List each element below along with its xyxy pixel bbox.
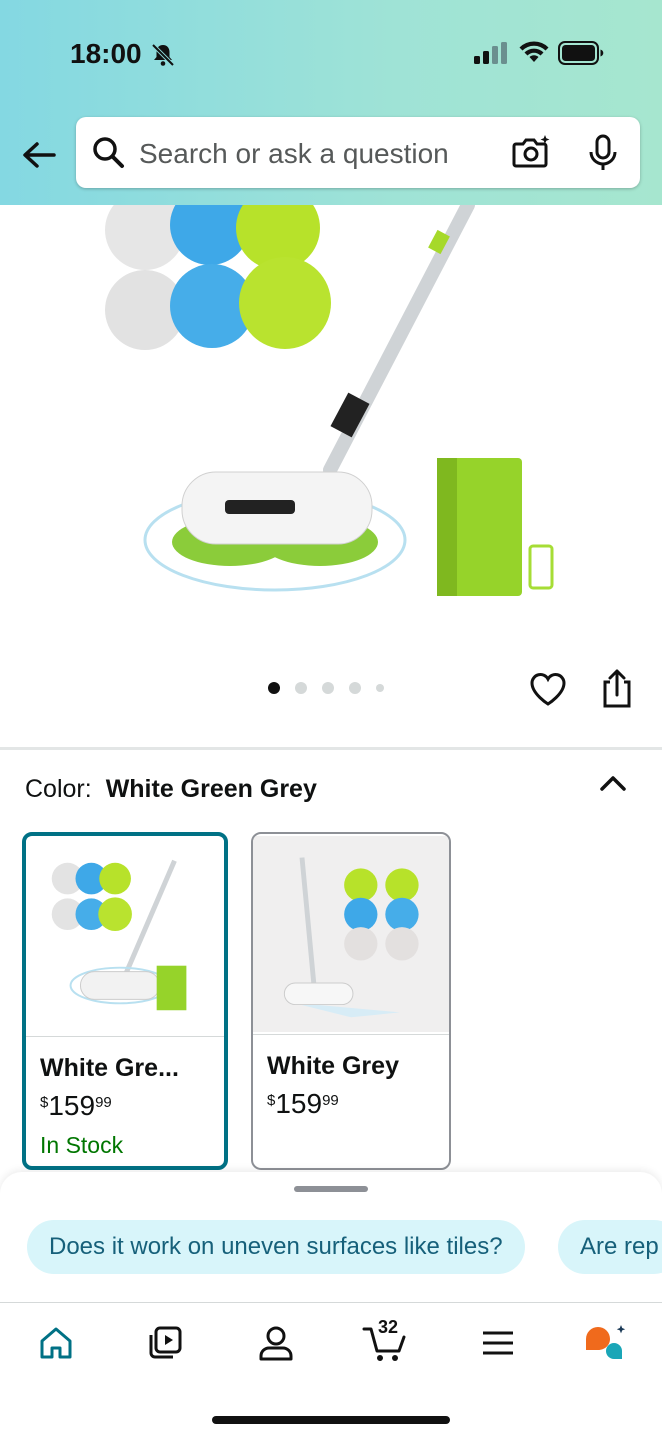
swatch-name: White Grey bbox=[267, 1052, 399, 1080]
pagination-dot[interactable] bbox=[295, 682, 307, 694]
app-header: 18:00 Search or ask a question bbox=[0, 0, 662, 205]
price-currency: $ bbox=[267, 1092, 276, 1109]
suggestion-chip[interactable]: Are rep bbox=[558, 1220, 662, 1274]
color-selector-label: Color: White Green Grey bbox=[25, 775, 317, 804]
swatch-separator bbox=[26, 1036, 224, 1037]
image-pagination[interactable] bbox=[268, 682, 384, 694]
section-divider bbox=[0, 747, 662, 750]
search-input[interactable]: Search or ask a question bbox=[139, 138, 449, 170]
ai-assistant-icon[interactable] bbox=[584, 1323, 628, 1365]
pagination-dot[interactable] bbox=[268, 682, 280, 694]
swatch-price: $15999 bbox=[267, 1088, 339, 1120]
search-icon bbox=[93, 137, 124, 168]
suggestions-sheet[interactable]: Does it work on uneven surfaces like til… bbox=[0, 1172, 662, 1302]
wifi-icon bbox=[519, 41, 549, 62]
swatch-name: White Gre... bbox=[40, 1054, 179, 1082]
pagination-dot[interactable] bbox=[349, 682, 361, 694]
silent-bell-icon bbox=[151, 43, 175, 67]
cart-count-badge: 32 bbox=[378, 1317, 399, 1337]
price-currency: $ bbox=[40, 1094, 49, 1111]
menu-icon[interactable] bbox=[478, 1323, 518, 1363]
camera-search-icon[interactable] bbox=[512, 134, 550, 170]
color-label: Color: bbox=[25, 775, 92, 803]
battery-icon bbox=[558, 41, 604, 65]
signal-icon bbox=[474, 42, 507, 64]
price-whole: 159 bbox=[48, 1090, 96, 1121]
color-swatch-white-green-grey[interactable]: White Gre... $15999 In Stock bbox=[22, 832, 228, 1170]
home-icon[interactable] bbox=[36, 1323, 76, 1363]
share-icon[interactable] bbox=[600, 668, 634, 710]
search-bar[interactable]: Search or ask a question bbox=[76, 117, 640, 188]
swatch-image bbox=[253, 836, 449, 1032]
video-icon[interactable] bbox=[145, 1323, 185, 1363]
swatch-image bbox=[26, 837, 224, 1035]
status-time: 18:00 bbox=[70, 38, 142, 69]
account-icon[interactable] bbox=[256, 1323, 296, 1363]
pagination-dot[interactable] bbox=[322, 682, 334, 694]
price-fraction: 99 bbox=[322, 1092, 339, 1109]
price-fraction: 99 bbox=[95, 1094, 112, 1111]
suggestion-chip[interactable]: Does it work on uneven surfaces like til… bbox=[27, 1220, 525, 1274]
home-indicator bbox=[212, 1416, 450, 1424]
back-arrow-icon[interactable] bbox=[20, 136, 58, 174]
color-swatch-white-grey[interactable]: White Grey $15999 bbox=[251, 832, 451, 1170]
product-image[interactable] bbox=[0, 205, 662, 645]
microphone-icon[interactable] bbox=[588, 134, 618, 172]
swatch-price: $15999 bbox=[40, 1090, 112, 1122]
selected-color: White Green Grey bbox=[105, 775, 317, 803]
sheet-grab-handle[interactable] bbox=[294, 1186, 368, 1192]
chevron-up-icon[interactable] bbox=[598, 772, 628, 794]
pagination-dot[interactable] bbox=[376, 684, 384, 692]
stock-status: In Stock bbox=[40, 1132, 124, 1158]
swatch-separator bbox=[253, 1034, 449, 1035]
heart-icon[interactable] bbox=[528, 670, 568, 708]
price-whole: 159 bbox=[275, 1088, 323, 1119]
